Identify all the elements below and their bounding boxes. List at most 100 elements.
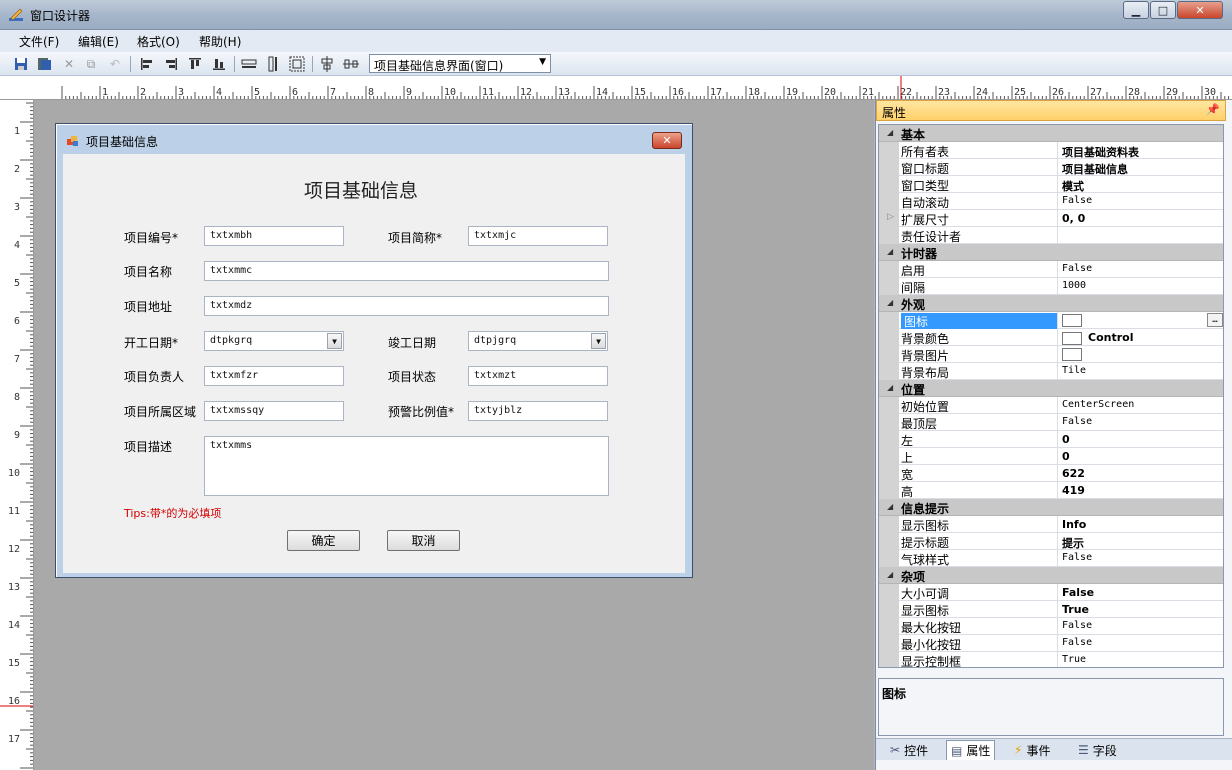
align-right-icon[interactable] [162,55,180,73]
undo-icon[interactable]: ↶ [106,55,124,73]
tab-properties[interactable]: ▤ 属性 [946,740,996,760]
component-selector[interactable]: 项目基础信息界面(窗口) ▼ [369,54,551,73]
same-size-icon[interactable] [288,55,306,73]
input-xmzt[interactable]: txtxmzt [468,366,608,386]
align-bottom-icon[interactable] [210,55,228,73]
input-xmdz[interactable]: txtxmdz [204,296,609,316]
icon-preview-swatch [1062,314,1082,327]
cancel-button[interactable]: 取消 [387,530,460,551]
property-row[interactable]: 显示控制框 True [879,652,1223,667]
textarea-xmms[interactable]: txtxmms [204,436,609,496]
horizontal-ruler: 1 2 3 4 5 6 7 8 9 10 11 12 13 14 15 16 17 18 19 20 21 22 23 24 2… [0,76,1232,100]
input-xmjc[interactable]: txtxmjc [468,226,608,246]
ruler-label: 20 [824,87,836,98]
property-row[interactable]: 显示图标 True [879,601,1223,618]
menu-help[interactable]: 帮助(H) [199,33,241,50]
align-left-icon[interactable] [138,55,156,73]
tab-controls[interactable]: ✂ 控件 [886,740,932,760]
category-tooltip[interactable]: ◢ 信息提示 [879,499,1223,516]
property-row[interactable]: 初始位置 CenterScreen [879,397,1223,414]
form-close-button[interactable]: ✕ [652,132,682,149]
category-position[interactable]: ◢ 位置 [879,380,1223,397]
property-row[interactable]: 显示图标 Info [879,516,1223,533]
copy-icon[interactable]: ⧉ [82,55,100,73]
chevron-down-icon[interactable]: ▼ [591,333,606,349]
property-row[interactable]: 所有者表 项目基础资料表 [879,142,1223,159]
save-icon[interactable] [12,55,30,73]
menu-format[interactable]: 格式(O) [137,33,180,50]
property-row[interactable]: 最小化按钮 False [879,635,1223,652]
ruler-label: 19 [786,87,798,98]
property-row[interactable]: 提示标题 提示 [879,533,1223,550]
chevron-down-icon[interactable]: ▼ [327,333,342,349]
label-xmssqy: 项目所属区域 [124,405,197,419]
date-picker-jgrq[interactable]: dtpjgrq ▼ [468,331,608,351]
same-height-icon[interactable] [264,55,282,73]
property-row[interactable]: 左0 [879,431,1223,448]
designed-form-window[interactable]: 项目基础信息 ✕ 项目基础信息 项目编号* txtxmbh 项目简称* txtx… [55,123,693,578]
date-picker-kgrq[interactable]: dtpkgrq ▼ [204,331,344,351]
property-row[interactable]: 背景颜色 Control [879,329,1223,346]
property-row[interactable]: ▷ 扩展尺寸 0, 0 [879,210,1223,227]
ruler-label: 6 [292,87,298,98]
ruler-label: 12 [8,544,20,555]
lightning-icon: ⚡ [1014,743,1023,757]
property-row[interactable]: 责任设计者 [879,227,1223,244]
property-row[interactable]: 间隔 1000 [879,278,1223,295]
collapse-icon[interactable]: ◢ [887,247,893,256]
property-row[interactable]: 窗口标题 项目基础信息 [879,159,1223,176]
property-grid: ◢ 基本 所有者表 项目基础资料表 窗口标题 项目基础信息 窗口类型 模式 自动滚动 Fa… [878,124,1224,668]
property-row[interactable]: 最大化按钮 False [879,618,1223,635]
tab-events[interactable]: ⚡ 事件 [1010,740,1054,760]
property-row[interactable]: 自动滚动 False [879,193,1223,210]
form-window-icon [67,136,78,146]
save-all-icon[interactable] [36,55,54,73]
same-width-icon[interactable] [240,55,258,73]
ok-button[interactable]: 确定 [287,530,360,551]
input-xmmc[interactable]: txtxmmc [204,261,609,281]
category-appearance[interactable]: ◢ 外观 [879,295,1223,312]
label-yjblz: 预警比例值* [388,405,455,419]
property-row[interactable]: 启用 False [879,261,1223,278]
pin-icon[interactable]: 📌 [1206,103,1220,116]
property-row[interactable]: 气球样式 False [879,550,1223,567]
input-xmfzr[interactable]: txtxmfzr [204,366,344,386]
toolbar: ✕ ⧉ ↶ 项目基础信息界面(窗口) ▼ [0,52,1232,76]
property-row[interactable]: 窗口类型 模式 [879,176,1223,193]
category-timer[interactable]: ◢ 计时器 [879,244,1223,261]
expand-icon[interactable]: ▷ [887,212,894,222]
tab-fields[interactable]: ☰ 字段 [1074,740,1121,760]
input-yjblz[interactable]: txtyjblz [468,401,608,421]
property-row[interactable]: 背景布局 Tile [879,363,1223,380]
cut-icon[interactable]: ✕ [60,55,78,73]
property-row[interactable]: 上0 [879,448,1223,465]
category-basic[interactable]: ◢ 基本 [879,125,1223,142]
input-xmssqy[interactable]: txtxmssqy [204,401,344,421]
ruler-label: 3 [178,87,184,98]
close-button[interactable]: ✕ [1177,1,1223,19]
collapse-icon[interactable]: ◢ [887,383,893,392]
collapse-icon[interactable]: ◢ [887,570,893,579]
collapse-icon[interactable]: ◢ [887,502,893,511]
center-vertical-icon[interactable] [318,55,336,73]
property-row[interactable]: 最顶层 False [879,414,1223,431]
center-horizontal-icon[interactable] [342,55,360,73]
menu-file[interactable]: 文件(F) [19,33,59,50]
minimize-button[interactable]: ▁ [1123,1,1149,19]
ruler-label: 10 [444,87,456,98]
align-top-icon[interactable] [186,55,204,73]
property-row[interactable]: 大小可调 False [879,584,1223,601]
label-xmms: 项目描述 [124,440,173,454]
maximize-button[interactable]: □ [1150,1,1176,19]
property-row-selected[interactable]: 图标… [879,312,1223,329]
property-row[interactable]: 宽 622 [879,465,1223,482]
collapse-icon[interactable]: ◢ [887,128,893,137]
browse-ellipsis-button[interactable]: … [1207,313,1223,327]
input-xmbh[interactable]: txtxmbh [204,226,344,246]
collapse-icon[interactable]: ◢ [887,298,893,307]
ruler-label: 5 [14,278,20,289]
menu-edit[interactable]: 编辑(E) [78,33,119,50]
property-row[interactable]: 高 419 [879,482,1223,499]
category-misc[interactable]: ◢ 杂项 [879,567,1223,584]
property-row[interactable]: 背景图片 [879,346,1223,363]
